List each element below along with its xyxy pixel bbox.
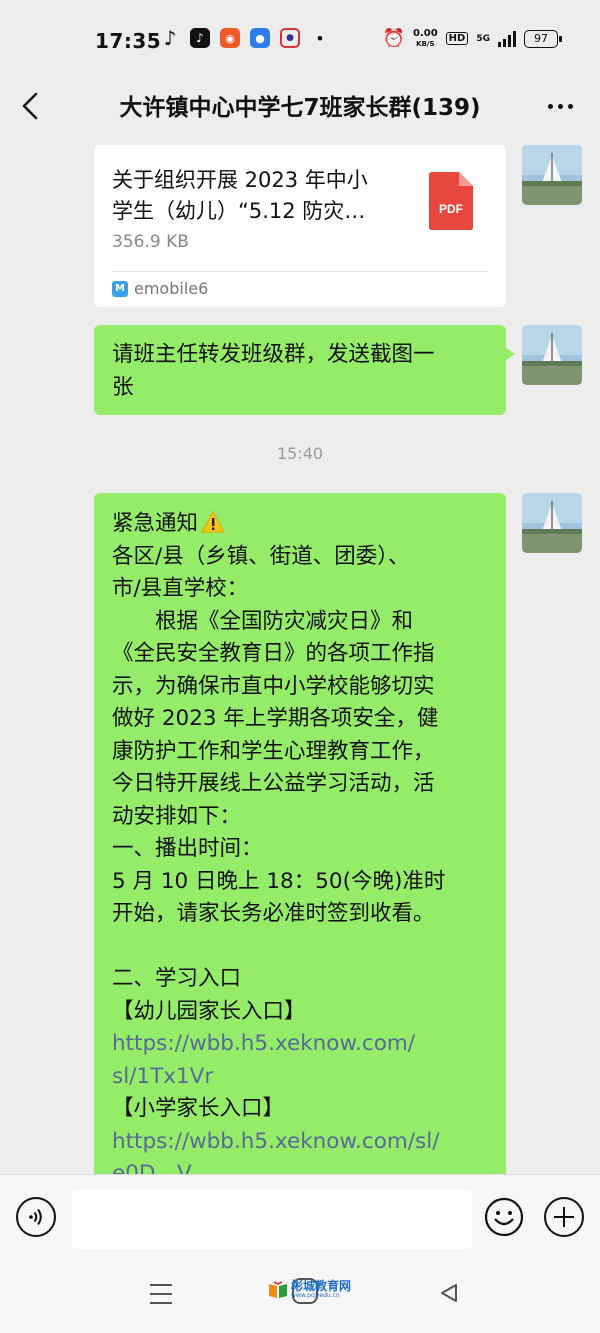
warning-icon [201,510,225,544]
message-text: 各区/县（乡镇、街道、团委）、 [112,543,410,569]
file-size: 356.9 KB [112,232,189,252]
message-text: ​ [112,931,488,964]
more-options-button[interactable] [540,86,580,126]
message-text: 做好 2023 年上学期各项安全，健 [112,706,439,731]
avatar[interactable] [522,145,582,205]
file-source-label: emobile6 [134,279,209,298]
message-text: 请班主任转发班级群，发送截图一 [112,342,435,367]
input-bar [0,1174,600,1265]
kindergarten-link[interactable]: sl/1Tx1Vr [112,1061,488,1094]
system-indicators: ⏰ 0.00 KB/S HD 5G 97 [382,27,562,49]
primary-school-link[interactable]: https://wbb.h5.xeknow.com/sl/ [112,1126,488,1159]
message-text: 二、学习入口 [112,966,242,991]
message-bubble[interactable]: 紧急通知 各区/县（乡镇、街道、团委）、 市/县直学校： 根据《全国防灾减灾日》… [94,493,506,1193]
chat-header: 大许镇中心中学七7班家长群(139) [0,78,600,136]
book-logo-icon [269,1281,287,1298]
status-time: 17:35 [95,29,162,53]
message-text: 康防护工作和学生心理教育工作， [112,738,435,764]
voice-icon [29,1208,42,1226]
watermark: 彬城教育网 www.pcjyedu.cn [268,1280,351,1300]
message-text: 今日特开展线上公益学习活动，活 [112,771,435,796]
camera-app-icon: ● [280,28,300,48]
message-text: 【幼儿园家长入口】 [112,998,306,1024]
more-actions-button[interactable] [544,1197,584,1237]
emobile-app-icon: M [112,280,128,297]
emoji-button[interactable] [484,1197,524,1237]
signal-icon [498,30,516,47]
network-type: 5G [476,33,490,44]
notification-icons: ♪ ♪ ◉ ● ● • [160,26,330,50]
hd-badge: HD [445,32,469,45]
recent-apps-button[interactable] [150,1284,172,1304]
dot-icon [567,103,573,109]
kindergarten-link[interactable]: https://wbb.h5.xeknow.com/ [112,1028,488,1061]
chevron-left-icon [22,92,38,120]
triangle-back-icon [441,1284,457,1302]
tiktok-icon: ♪ [190,28,210,48]
pdf-file-icon: PDF [429,172,473,230]
alarm-icon: ⏰ [382,28,405,49]
avatar[interactable] [522,325,582,385]
message-text: 根据《全国防灾减灾日》和 [112,608,414,634]
status-bar: 17:35 ♪ ♪ ◉ ● ● • ⏰ 0.00 KB/S HD 5G 97 [0,0,600,78]
notice-title: 紧急通知 [112,511,199,536]
message-bubble[interactable]: 请班主任转发班级群，发送截图一 张 [94,325,515,415]
net-speed-value: 0.00 [412,27,438,39]
message-text: 【小学家长入口】 [112,1096,285,1121]
back-button[interactable] [14,84,50,128]
message-text: 一、播出时间： [112,836,263,861]
file-source: M emobile6 [112,279,208,298]
music-note-icon: ♪ [163,26,177,50]
message-input[interactable] [72,1189,472,1249]
nav-back-button[interactable] [438,1282,460,1308]
message-text: 示，为确保市直中小学校能够切实 [112,673,435,699]
dot-icon [547,103,553,109]
browser-app-icon: ● [250,28,270,48]
smiley-icon [484,1197,524,1237]
divider [112,271,488,272]
message-text: 开始，请家长务必准时签到收看。 [112,901,435,926]
game-app-icon: ◉ [220,28,240,48]
message-text: 市/县直学校： [112,576,249,601]
chat-title: 大许镇中心中学七7班家长群(139) [119,95,481,121]
battery-icon: 97 [524,29,562,48]
message-text: 5 月 10 日晚上 18：50(今晚)准时 [112,868,446,894]
pdf-badge-label: PDF [439,202,463,216]
avatar[interactable] [522,493,582,553]
message-text: 动安排如下： [112,803,242,829]
time-divider: 15:40 [276,444,324,463]
watermark-url: www.pcjyedu.cn [291,1292,340,1299]
message-text: 张 [112,374,134,400]
message-text: 《全民安全教育日》的各项工作指 [112,641,435,666]
network-speed: 0.00 KB/S [412,27,438,49]
file-name-line: 关于组织开展 2023 年中小 [112,168,368,192]
file-name: 关于组织开展 2023 年中小 学生（幼儿）“5.12 防灾… [112,165,402,227]
file-message[interactable]: 关于组织开展 2023 年中小 学生（幼儿）“5.12 防灾… 356.9 KB… [94,145,506,307]
watermark-text: 彬城教育网 [291,1279,352,1293]
message-text: 紧急通知 [112,508,488,541]
more-notifications-icon: • [315,28,325,48]
voice-input-button[interactable] [16,1197,56,1237]
dot-icon [557,103,563,109]
net-speed-unit: KB/S [416,39,435,48]
system-nav-bar: 彬城教育网 www.pcjyedu.cn [0,1264,600,1333]
file-name-line: 学生（幼儿）“5.12 防灾… [112,199,366,223]
